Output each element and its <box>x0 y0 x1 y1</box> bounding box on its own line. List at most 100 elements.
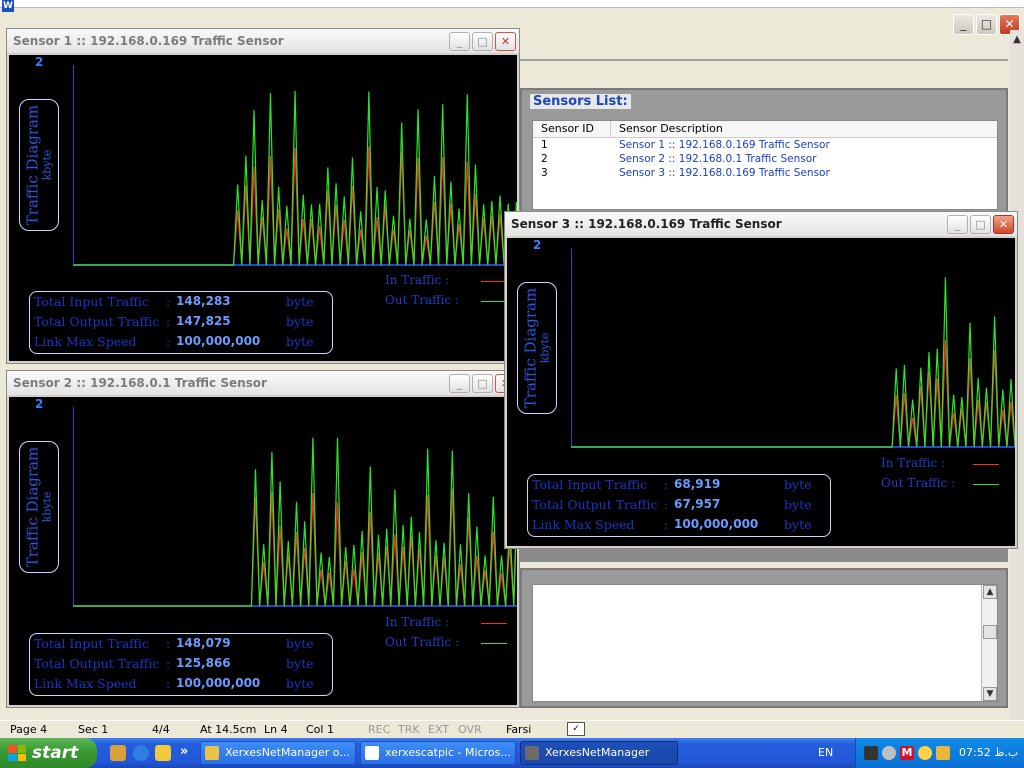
windows-logo-icon <box>8 745 26 761</box>
status-rec[interactable]: REC <box>368 723 390 736</box>
stat-speed: Link Max Speed : 100,000,000 byte <box>34 676 334 692</box>
stat-separator: : <box>664 517 669 532</box>
log-textbox[interactable]: ▲ ▼ <box>532 584 998 702</box>
sensor-2-window[interactable]: Sensor 2 :: 192.168.0.1 Traffic Sensor _… <box>6 370 520 708</box>
window-title[interactable]: Sensor 3 :: 192.168.0.169 Traffic Sensor <box>505 212 1017 236</box>
stat-separator: : <box>664 477 669 492</box>
minimize-button[interactable]: _ <box>947 215 968 234</box>
network-icon[interactable] <box>864 746 878 760</box>
table-row[interactable]: 1 Sensor 1 :: 192.168.0.169 Traffic Sens… <box>533 138 997 152</box>
scale-label: 2 <box>35 55 44 69</box>
taskbar: start » XerxesNetManager o... xerxescatp… <box>0 738 1024 768</box>
close-button[interactable]: ✕ <box>495 32 516 51</box>
speaker-icon[interactable] <box>882 746 896 760</box>
stat-input: Total Input Traffic : 148,283 byte <box>34 294 334 310</box>
out-traffic-series <box>73 437 517 607</box>
table-row[interactable]: 3 Sensor 3 :: 192.168.0.169 Traffic Sens… <box>533 166 997 180</box>
status-language: Farsi <box>506 723 532 736</box>
minimize-button[interactable]: _ <box>449 374 470 393</box>
app-icon <box>525 746 539 760</box>
divider <box>520 59 1008 61</box>
traffic-chart <box>73 90 517 266</box>
show-desktop-icon[interactable] <box>155 745 171 761</box>
column-header-sensor-id[interactable]: Sensor ID <box>533 121 611 137</box>
taskbar-button-netmanager-docs[interactable]: XerxesNetManager o... <box>200 741 356 765</box>
legend-in-traffic: In Traffic : <box>385 273 450 287</box>
window-controls: _ □ ✕ <box>947 215 1014 234</box>
table-row[interactable]: 2 Sensor 2 :: 192.168.0.1 Traffic Sensor <box>533 152 997 166</box>
minimize-button[interactable]: _ <box>449 32 470 51</box>
out-traffic-series <box>571 277 1015 448</box>
stat-label: Total Output Traffic <box>532 497 658 512</box>
y-axis-title: Traffic Diagram <box>521 287 540 409</box>
taskbar-button-xerxesnetmanager[interactable]: XerxesNetManager <box>520 741 678 765</box>
clock[interactable]: 07:52 ب.ظ <box>959 746 1018 759</box>
stat-output: Total Output Traffic : 125,866 byte <box>34 656 334 672</box>
language-indicator[interactable]: EN <box>818 746 833 759</box>
log-scrollbar[interactable]: ▲ ▼ <box>981 585 997 701</box>
sensors-table[interactable]: Sensor ID Sensor Description 1 Sensor 1 … <box>532 120 998 210</box>
sensors-list-title: Sensors List: <box>530 94 631 109</box>
maximize-button[interactable]: □ <box>472 32 493 51</box>
status-trk[interactable]: TRK <box>398 723 420 736</box>
stat-input: Total Input Traffic : 68,919 byte <box>532 477 832 493</box>
stat-unit: byte <box>784 517 812 532</box>
status-page: Page 4 <box>10 723 48 736</box>
maximize-button[interactable]: □ <box>970 215 991 234</box>
traffic-chart <box>571 277 1015 448</box>
sensor-1-window[interactable]: Sensor 1 :: 192.168.0.169 Traffic Sensor… <box>6 28 520 364</box>
chart-area: 2 Traffic Diagram kbyte In Traffic : Out … <box>9 397 517 705</box>
sensors-table-header: Sensor ID Sensor Description <box>533 121 997 138</box>
stat-value: 67,957 <box>674 497 721 511</box>
stat-unit: byte <box>286 636 314 651</box>
status-section: Sec 1 <box>78 723 109 736</box>
messenger-icon[interactable] <box>110 745 126 761</box>
sensors-list-panel: Sensors List: Sensor ID Sensor Descripti… <box>520 88 1008 216</box>
legend-in-line <box>481 623 507 624</box>
quick-launch-more[interactable]: » <box>180 744 188 759</box>
mcafee-icon[interactable]: M <box>900 746 914 760</box>
legend-out-traffic: Out Traffic : <box>385 635 460 649</box>
start-button[interactable]: start <box>0 738 97 768</box>
stat-value: 68,919 <box>674 477 721 491</box>
stat-speed: Link Max Speed : 100,000,000 byte <box>532 517 832 533</box>
y-axis-unit: kbyte <box>538 332 552 364</box>
users-icon[interactable] <box>918 746 932 760</box>
traffic-stats: Total Input Traffic : 148,079 byte Total… <box>29 633 333 696</box>
minimize-button[interactable]: _ <box>953 14 974 35</box>
stat-value: 100,000,000 <box>176 334 261 348</box>
stat-value: 100,000,000 <box>674 517 759 531</box>
scroll-up-icon[interactable]: ▲ <box>983 585 997 599</box>
stat-label: Total Input Traffic <box>34 636 150 651</box>
legend-in-traffic: In Traffic : <box>385 615 450 629</box>
spelling-check-icon[interactable]: ✓ <box>567 722 585 736</box>
maximize-button[interactable]: □ <box>976 14 997 35</box>
column-header-sensor-description[interactable]: Sensor Description <box>611 121 991 137</box>
background-title-bar <box>0 0 1024 8</box>
window-title[interactable]: Sensor 2 :: 192.168.0.1 Traffic Sensor <box>7 371 519 395</box>
internet-explorer-icon[interactable] <box>133 745 149 761</box>
stat-separator: : <box>166 294 171 309</box>
close-button[interactable]: ✕ <box>993 215 1014 234</box>
stat-label: Total Input Traffic <box>532 477 648 492</box>
task-label: XerxesNetManager o... <box>225 746 350 759</box>
sensor-id: 3 <box>541 167 548 179</box>
window-title[interactable]: Sensor 1 :: 192.168.0.169 Traffic Sensor <box>7 29 519 53</box>
status-ovr[interactable]: OVR <box>458 723 482 736</box>
security-icon[interactable] <box>936 746 950 760</box>
sensor-id: 2 <box>541 153 548 165</box>
sensor-3-window[interactable]: Sensor 3 :: 192.168.0.169 Traffic Sensor… <box>504 211 1018 549</box>
taskbar-button-word[interactable]: xerxescatpic - Micros... <box>360 741 516 765</box>
scroll-thumb[interactable] <box>983 625 997 639</box>
scroll-down-icon[interactable]: ▼ <box>983 687 997 701</box>
maximize-button[interactable]: □ <box>472 374 493 393</box>
scroll-arrow-icon[interactable]: ▲ <box>1010 34 1024 45</box>
stat-separator: : <box>664 497 669 512</box>
task-label: xerxescatpic - Micros... <box>385 746 511 759</box>
legend-out-line <box>973 484 999 485</box>
stat-unit: byte <box>784 477 812 492</box>
y-axis-label-box: Traffic Diagram kbyte <box>19 99 59 231</box>
y-axis-title: Traffic Diagram <box>23 104 42 226</box>
status-ext[interactable]: EXT <box>428 723 449 736</box>
panel-band <box>510 548 1008 562</box>
